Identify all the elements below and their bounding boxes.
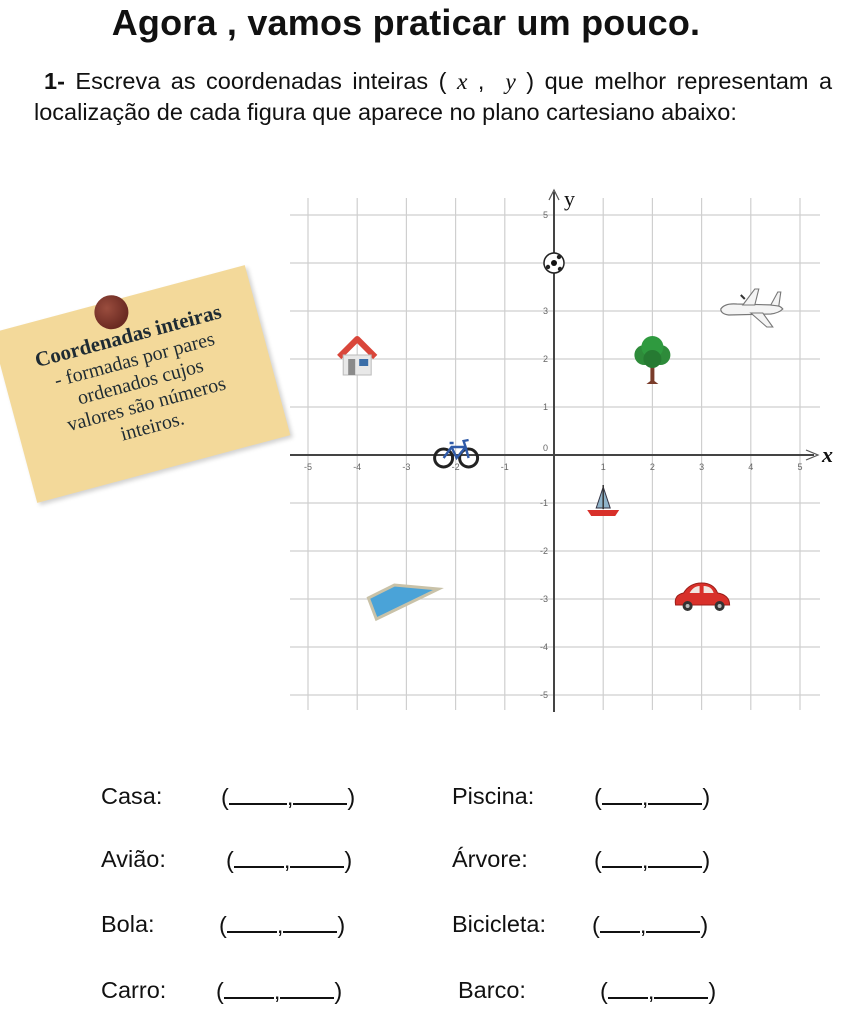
x-blank[interactable] bbox=[233, 846, 284, 868]
y-axis-label: y bbox=[564, 186, 575, 211]
pool-icon bbox=[366, 583, 444, 622]
y-tick-label: 1 bbox=[543, 402, 548, 412]
x-blank[interactable] bbox=[607, 977, 648, 999]
open-paren: ( bbox=[594, 847, 602, 873]
x-blank[interactable] bbox=[601, 783, 642, 805]
open-paren: ( bbox=[219, 912, 227, 938]
close-paren: ) bbox=[337, 912, 346, 938]
open-paren: ( bbox=[221, 784, 229, 810]
coordinate-blank[interactable]: (,) bbox=[216, 977, 342, 1005]
car-icon bbox=[674, 582, 731, 611]
x-blank[interactable] bbox=[226, 911, 277, 933]
answer-label: Avião: bbox=[101, 846, 166, 872]
x-tick-label: 3 bbox=[699, 462, 704, 472]
open-paren: ( bbox=[216, 978, 224, 1004]
coordinate-blank[interactable]: (,) bbox=[219, 911, 345, 939]
close-paren: ) bbox=[708, 978, 717, 1004]
x-tick-label: 2 bbox=[650, 462, 655, 472]
y-tick-label: -1 bbox=[540, 498, 548, 508]
answer-label: Casa: bbox=[101, 783, 163, 809]
open-paren: ( bbox=[592, 912, 600, 938]
tree-icon bbox=[634, 336, 671, 384]
soccer-ball-icon bbox=[543, 252, 565, 274]
open-paren: ( bbox=[226, 847, 234, 873]
y-blank[interactable] bbox=[293, 783, 348, 805]
sailboat-icon bbox=[587, 485, 620, 516]
x-tick-label: -2 bbox=[452, 462, 460, 472]
figures bbox=[337, 252, 784, 622]
y-tick-label: -2 bbox=[540, 546, 548, 556]
answer-label: Bicicleta: bbox=[452, 911, 547, 937]
x-blank[interactable] bbox=[223, 977, 274, 999]
coordinate-blank[interactable]: (,) bbox=[600, 977, 716, 1005]
x-blank[interactable] bbox=[599, 911, 640, 933]
y-blank[interactable] bbox=[648, 846, 703, 868]
answer-label: Carro: bbox=[101, 977, 167, 1003]
close-paren: ) bbox=[344, 847, 353, 873]
y-blank[interactable] bbox=[654, 977, 709, 999]
close-paren: ) bbox=[347, 784, 356, 810]
close-paren: ) bbox=[702, 847, 711, 873]
open-paren: ( bbox=[600, 978, 608, 1004]
x-axis-label: x bbox=[821, 442, 833, 467]
y-tick-label: 0 bbox=[543, 443, 548, 453]
y-tick-label: 2 bbox=[543, 354, 548, 364]
close-paren: ) bbox=[702, 784, 711, 810]
x-tick-label: 1 bbox=[601, 462, 606, 472]
coordinate-blank[interactable]: (,) bbox=[594, 846, 710, 874]
close-paren: ) bbox=[700, 912, 709, 938]
y-blank[interactable] bbox=[646, 911, 701, 933]
x-tick-label: -4 bbox=[353, 462, 361, 472]
y-tick-label: 3 bbox=[543, 306, 548, 316]
y-tick-label: -4 bbox=[540, 642, 548, 652]
x-blank[interactable] bbox=[601, 846, 642, 868]
coordinate-blank[interactable]: (,) bbox=[221, 783, 355, 811]
answer-label: Árvore: bbox=[452, 846, 528, 872]
y-tick-label: -5 bbox=[540, 690, 548, 700]
y-blank[interactable] bbox=[280, 977, 335, 999]
x-tick-label: -5 bbox=[304, 462, 312, 472]
x-tick-label: -3 bbox=[402, 462, 410, 472]
x-tick-label: -1 bbox=[501, 462, 509, 472]
answer-label: Bola: bbox=[101, 911, 155, 937]
coordinate-blank[interactable]: (,) bbox=[226, 846, 352, 874]
y-blank[interactable] bbox=[648, 783, 703, 805]
x-tick-label: 4 bbox=[748, 462, 753, 472]
y-blank[interactable] bbox=[290, 846, 345, 868]
airplane-icon bbox=[720, 288, 784, 328]
x-blank[interactable] bbox=[228, 783, 287, 805]
x-tick-label: 5 bbox=[797, 462, 802, 472]
y-tick-label: -3 bbox=[540, 594, 548, 604]
close-paren: ) bbox=[334, 978, 343, 1004]
answer-label: Piscina: bbox=[452, 783, 535, 809]
y-blank[interactable] bbox=[283, 911, 338, 933]
y-tick-label: 5 bbox=[543, 210, 548, 220]
answer-label: Barco: bbox=[458, 977, 526, 1003]
open-paren: ( bbox=[594, 784, 602, 810]
coordinate-blank[interactable]: (,) bbox=[592, 911, 708, 939]
coordinate-blank[interactable]: (,) bbox=[594, 783, 710, 811]
